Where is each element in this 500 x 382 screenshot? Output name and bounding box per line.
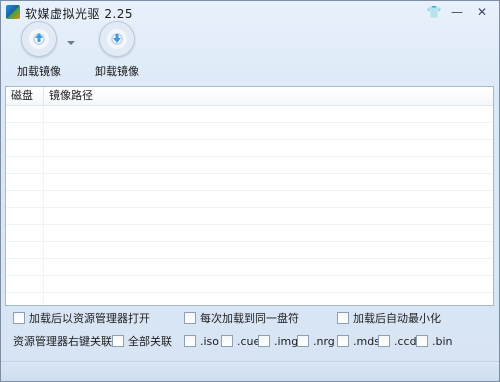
same-drive-checkbox[interactable] — [184, 312, 196, 324]
associate-all-option[interactable]: 全部关联 — [112, 335, 172, 349]
status-bar — [1, 361, 499, 381]
options-panel: 加载后以资源管理器打开 每次加载到同一盘符 加载后自动最小化 资源管理器右键关联… — [1, 306, 499, 356]
ext-iso-label: .iso — [200, 335, 220, 348]
ext-ccd-label: .ccd — [394, 335, 417, 348]
ext-img-option[interactable]: .img — [258, 335, 298, 349]
ext-bin-label: .bin — [432, 335, 453, 348]
load-image-label: 加载镜像 — [17, 65, 61, 78]
associate-all-checkbox[interactable] — [112, 335, 124, 347]
ext-mds-option[interactable]: .mds — [337, 335, 380, 349]
ext-iso-option[interactable]: .iso — [184, 335, 219, 349]
ext-cue-checkbox[interactable] — [221, 335, 233, 347]
ext-nrg-checkbox[interactable] — [297, 335, 309, 347]
close-button[interactable]: ✕ — [473, 4, 491, 20]
ext-nrg-option[interactable]: .nrg — [297, 335, 335, 349]
ext-img-label: .img — [274, 335, 299, 348]
ext-mds-label: .mds — [353, 335, 380, 348]
unload-image-label: 卸载镜像 — [95, 65, 139, 78]
ext-img-checkbox[interactable] — [258, 335, 270, 347]
same-drive-label: 每次加载到同一盘符 — [200, 312, 299, 325]
ext-bin-checkbox[interactable] — [416, 335, 428, 347]
ext-ccd-checkbox[interactable] — [378, 335, 390, 347]
associate-all-label: 全部关联 — [128, 335, 172, 348]
auto-minimize-option[interactable]: 加载后自动最小化 — [337, 312, 441, 326]
title-bar[interactable]: 软媒虚拟光驱 2.25 👕 — ✕ — [1, 1, 499, 23]
same-drive-option[interactable]: 每次加载到同一盘符 — [184, 312, 299, 326]
ext-ccd-option[interactable]: .ccd — [378, 335, 417, 349]
window-title: 软媒虚拟光驱 2.25 — [25, 7, 134, 21]
app-window: 软媒虚拟光驱 2.25 👕 — ✕ 加载镜像 卸载镜像 磁盘 镜像路径 加载后以… — [0, 0, 500, 382]
list-body[interactable] — [6, 106, 493, 305]
skin-icon[interactable]: 👕 — [425, 4, 443, 20]
arrow-down-icon — [113, 34, 121, 43]
ext-cue-label: .cue — [237, 335, 261, 348]
unload-disc-icon — [99, 21, 135, 57]
open-explorer-label: 加载后以资源管理器打开 — [29, 312, 150, 325]
open-explorer-checkbox[interactable] — [13, 312, 25, 324]
arrow-up-icon — [35, 33, 43, 42]
ext-nrg-label: .nrg — [313, 335, 335, 348]
open-explorer-option[interactable]: 加载后以资源管理器打开 — [13, 312, 150, 326]
auto-minimize-label: 加载后自动最小化 — [353, 312, 441, 325]
ext-iso-checkbox[interactable] — [184, 335, 196, 347]
load-image-button[interactable]: 加载镜像 — [9, 21, 69, 79]
column-divider — [43, 106, 44, 305]
image-list[interactable]: 磁盘 镜像路径 — [5, 86, 494, 306]
unload-image-button[interactable]: 卸载镜像 — [87, 21, 147, 79]
load-disc-icon — [21, 21, 57, 57]
ext-cue-option[interactable]: .cue — [221, 335, 260, 349]
app-logo-icon — [6, 5, 20, 19]
list-header: 磁盘 镜像路径 — [6, 87, 493, 106]
auto-minimize-checkbox[interactable] — [337, 312, 349, 324]
ext-mds-checkbox[interactable] — [337, 335, 349, 347]
column-header-path[interactable]: 镜像路径 — [44, 87, 493, 105]
column-header-drive[interactable]: 磁盘 — [6, 87, 44, 105]
context-menu-label: 资源管理器右键关联 — [13, 335, 112, 348]
chevron-down-icon[interactable] — [67, 41, 75, 45]
minimize-button[interactable]: — — [448, 4, 466, 20]
ext-bin-option[interactable]: .bin — [416, 335, 453, 349]
